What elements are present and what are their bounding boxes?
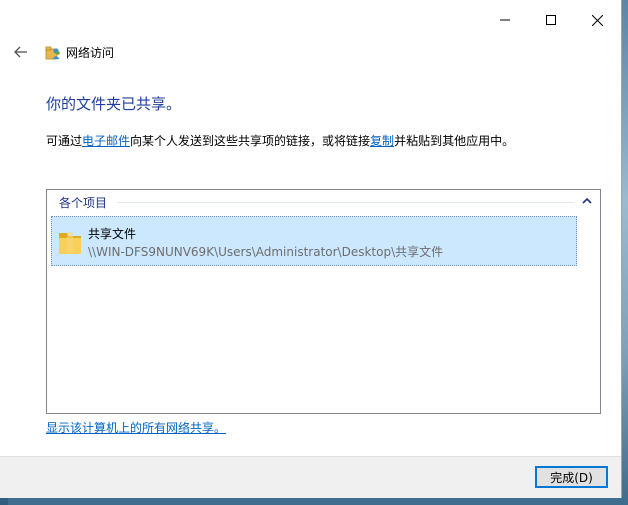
close-icon <box>591 14 603 26</box>
minimize-button[interactable] <box>482 0 528 40</box>
group-label: 各个项目 <box>59 196 108 210</box>
page-heading: 你的文件夹已共享。 <box>46 95 182 113</box>
back-arrow-icon <box>14 46 27 58</box>
shared-items-list: 各个项目 共享文件 \\WIN-DFS9NUNV69K\Users\Admini… <box>46 189 601 414</box>
share-description: 可通过电子邮件向某个人发送到这些共享项的链接，或将链接复制并粘贴到其他应用中。 <box>46 132 514 149</box>
done-button[interactable]: 完成(D) <box>535 466 608 488</box>
group-divider <box>117 202 574 203</box>
network-access-window: 网络访问 你的文件夹已共享。 可通过电子邮件向某个人发送到这些共享项的链接，或将… <box>0 0 622 498</box>
copy-link[interactable]: 复制 <box>370 134 394 148</box>
footer-bar: 完成(D) <box>0 456 621 498</box>
network-access-icon <box>45 46 60 60</box>
app-title: 网络访问 <box>66 46 115 60</box>
maximize-icon <box>546 15 556 25</box>
email-link[interactable]: 电子邮件 <box>82 134 130 148</box>
group-header[interactable]: 各个项目 <box>47 190 600 212</box>
item-name: 共享文件 <box>88 227 137 241</box>
shared-item[interactable]: 共享文件 \\WIN-DFS9NUNV69K\Users\Administrat… <box>51 216 577 266</box>
desc-middle: 向某个人发送到这些共享项的链接，或将链接 <box>130 134 371 148</box>
maximize-button[interactable] <box>528 0 574 40</box>
chevron-up-icon[interactable] <box>582 196 592 206</box>
title-bar <box>0 0 621 40</box>
minimize-icon <box>500 19 510 21</box>
item-path: \\WIN-DFS9NUNV69K\Users\Administrator\De… <box>88 245 444 259</box>
desc-prefix: 可通过 <box>46 134 83 148</box>
folder-icon <box>59 232 81 254</box>
show-all-shares-link[interactable]: 显示该计算机上的所有网络共享。 <box>46 419 226 436</box>
close-button[interactable] <box>574 0 620 40</box>
navigation-row: 网络访问 <box>0 38 621 66</box>
back-button[interactable] <box>10 42 32 62</box>
desc-suffix: 并粘贴到其他应用中。 <box>394 134 515 148</box>
